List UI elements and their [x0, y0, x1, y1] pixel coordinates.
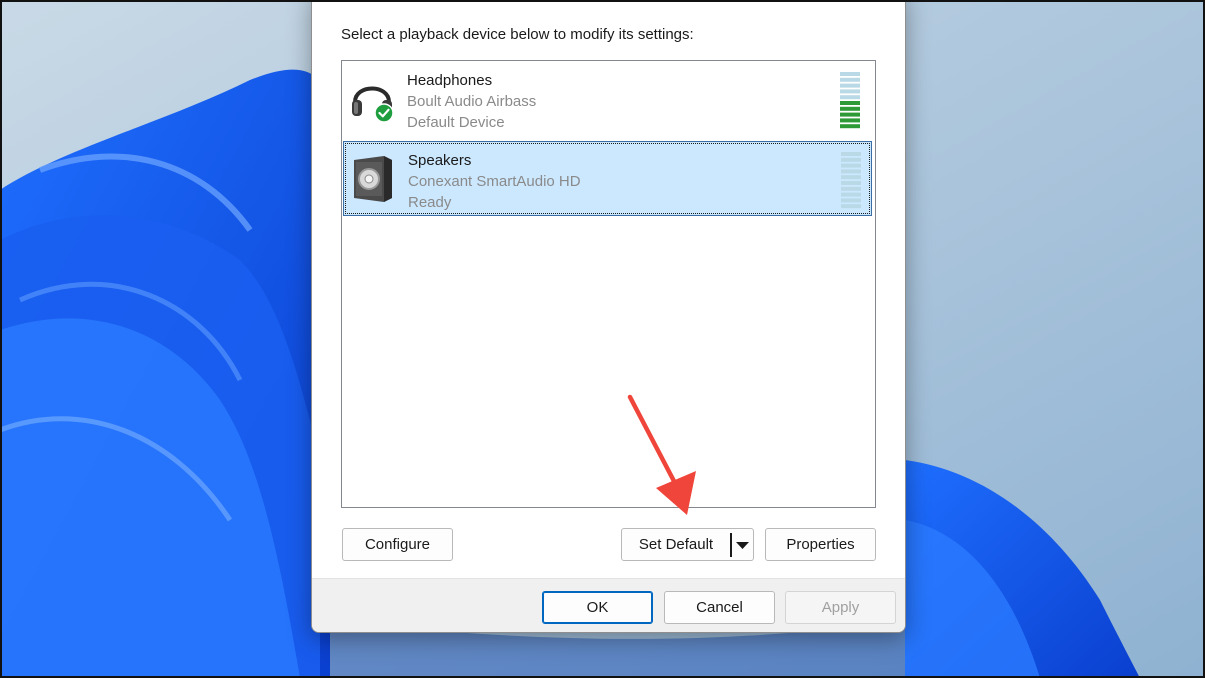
device-name: Speakers [408, 152, 472, 169]
meter-segment [841, 192, 861, 197]
playback-device-list[interactable]: Headphones Boult Audio Airbass Default D… [341, 60, 876, 508]
speaker-icon [354, 156, 392, 202]
meter-segment [841, 204, 861, 209]
cancel-button[interactable]: Cancel [664, 591, 775, 624]
configure-button[interactable]: Configure [342, 528, 453, 561]
headphones-icon [352, 86, 394, 123]
volume-level-meter [841, 152, 861, 209]
ok-button[interactable]: OK [542, 591, 653, 624]
meter-segment [841, 175, 861, 180]
set-default-split-button: Set Default [621, 528, 754, 561]
meter-segment [840, 72, 860, 76]
caret-down-icon [736, 542, 749, 549]
meter-segment [840, 101, 860, 105]
meter-segment [840, 95, 860, 100]
meter-segment [840, 124, 860, 129]
meter-segment [840, 112, 860, 117]
set-default-button[interactable]: Set Default [622, 529, 730, 560]
device-row-headphones[interactable]: Headphones Boult Audio Airbass Default D… [343, 62, 870, 135]
meter-segment [841, 157, 861, 162]
device-name: Headphones [407, 72, 493, 89]
instruction-text: Select a playback device below to modify… [341, 26, 694, 43]
meter-segment [840, 77, 860, 82]
meter-segment [840, 89, 860, 94]
default-check-icon [374, 103, 394, 123]
meter-segment [840, 106, 860, 111]
meter-segment [840, 118, 860, 123]
sound-dialog: Select a playback device below to modify… [311, 0, 906, 633]
volume-level-meter [840, 72, 860, 129]
playback-tab-pane: Select a playback device below to modify… [312, 0, 905, 578]
meter-segment [841, 169, 861, 174]
meter-segment [841, 163, 861, 168]
dialog-footer: OK Cancel Apply [312, 578, 905, 632]
set-default-dropdown-button[interactable] [732, 529, 753, 560]
meter-segment [841, 152, 861, 156]
device-status: Default Device [407, 114, 505, 131]
device-description: Conexant SmartAudio HD [408, 173, 581, 190]
device-status: Ready [408, 194, 452, 211]
meter-segment [841, 186, 861, 191]
apply-button: Apply [785, 591, 896, 624]
meter-segment [841, 181, 861, 185]
meter-segment [841, 198, 861, 203]
device-description: Boult Audio Airbass [407, 93, 537, 110]
properties-button[interactable]: Properties [765, 528, 876, 561]
device-row-speakers[interactable]: Speakers Conexant SmartAudio HD Ready [343, 141, 872, 216]
meter-segment [840, 83, 860, 88]
